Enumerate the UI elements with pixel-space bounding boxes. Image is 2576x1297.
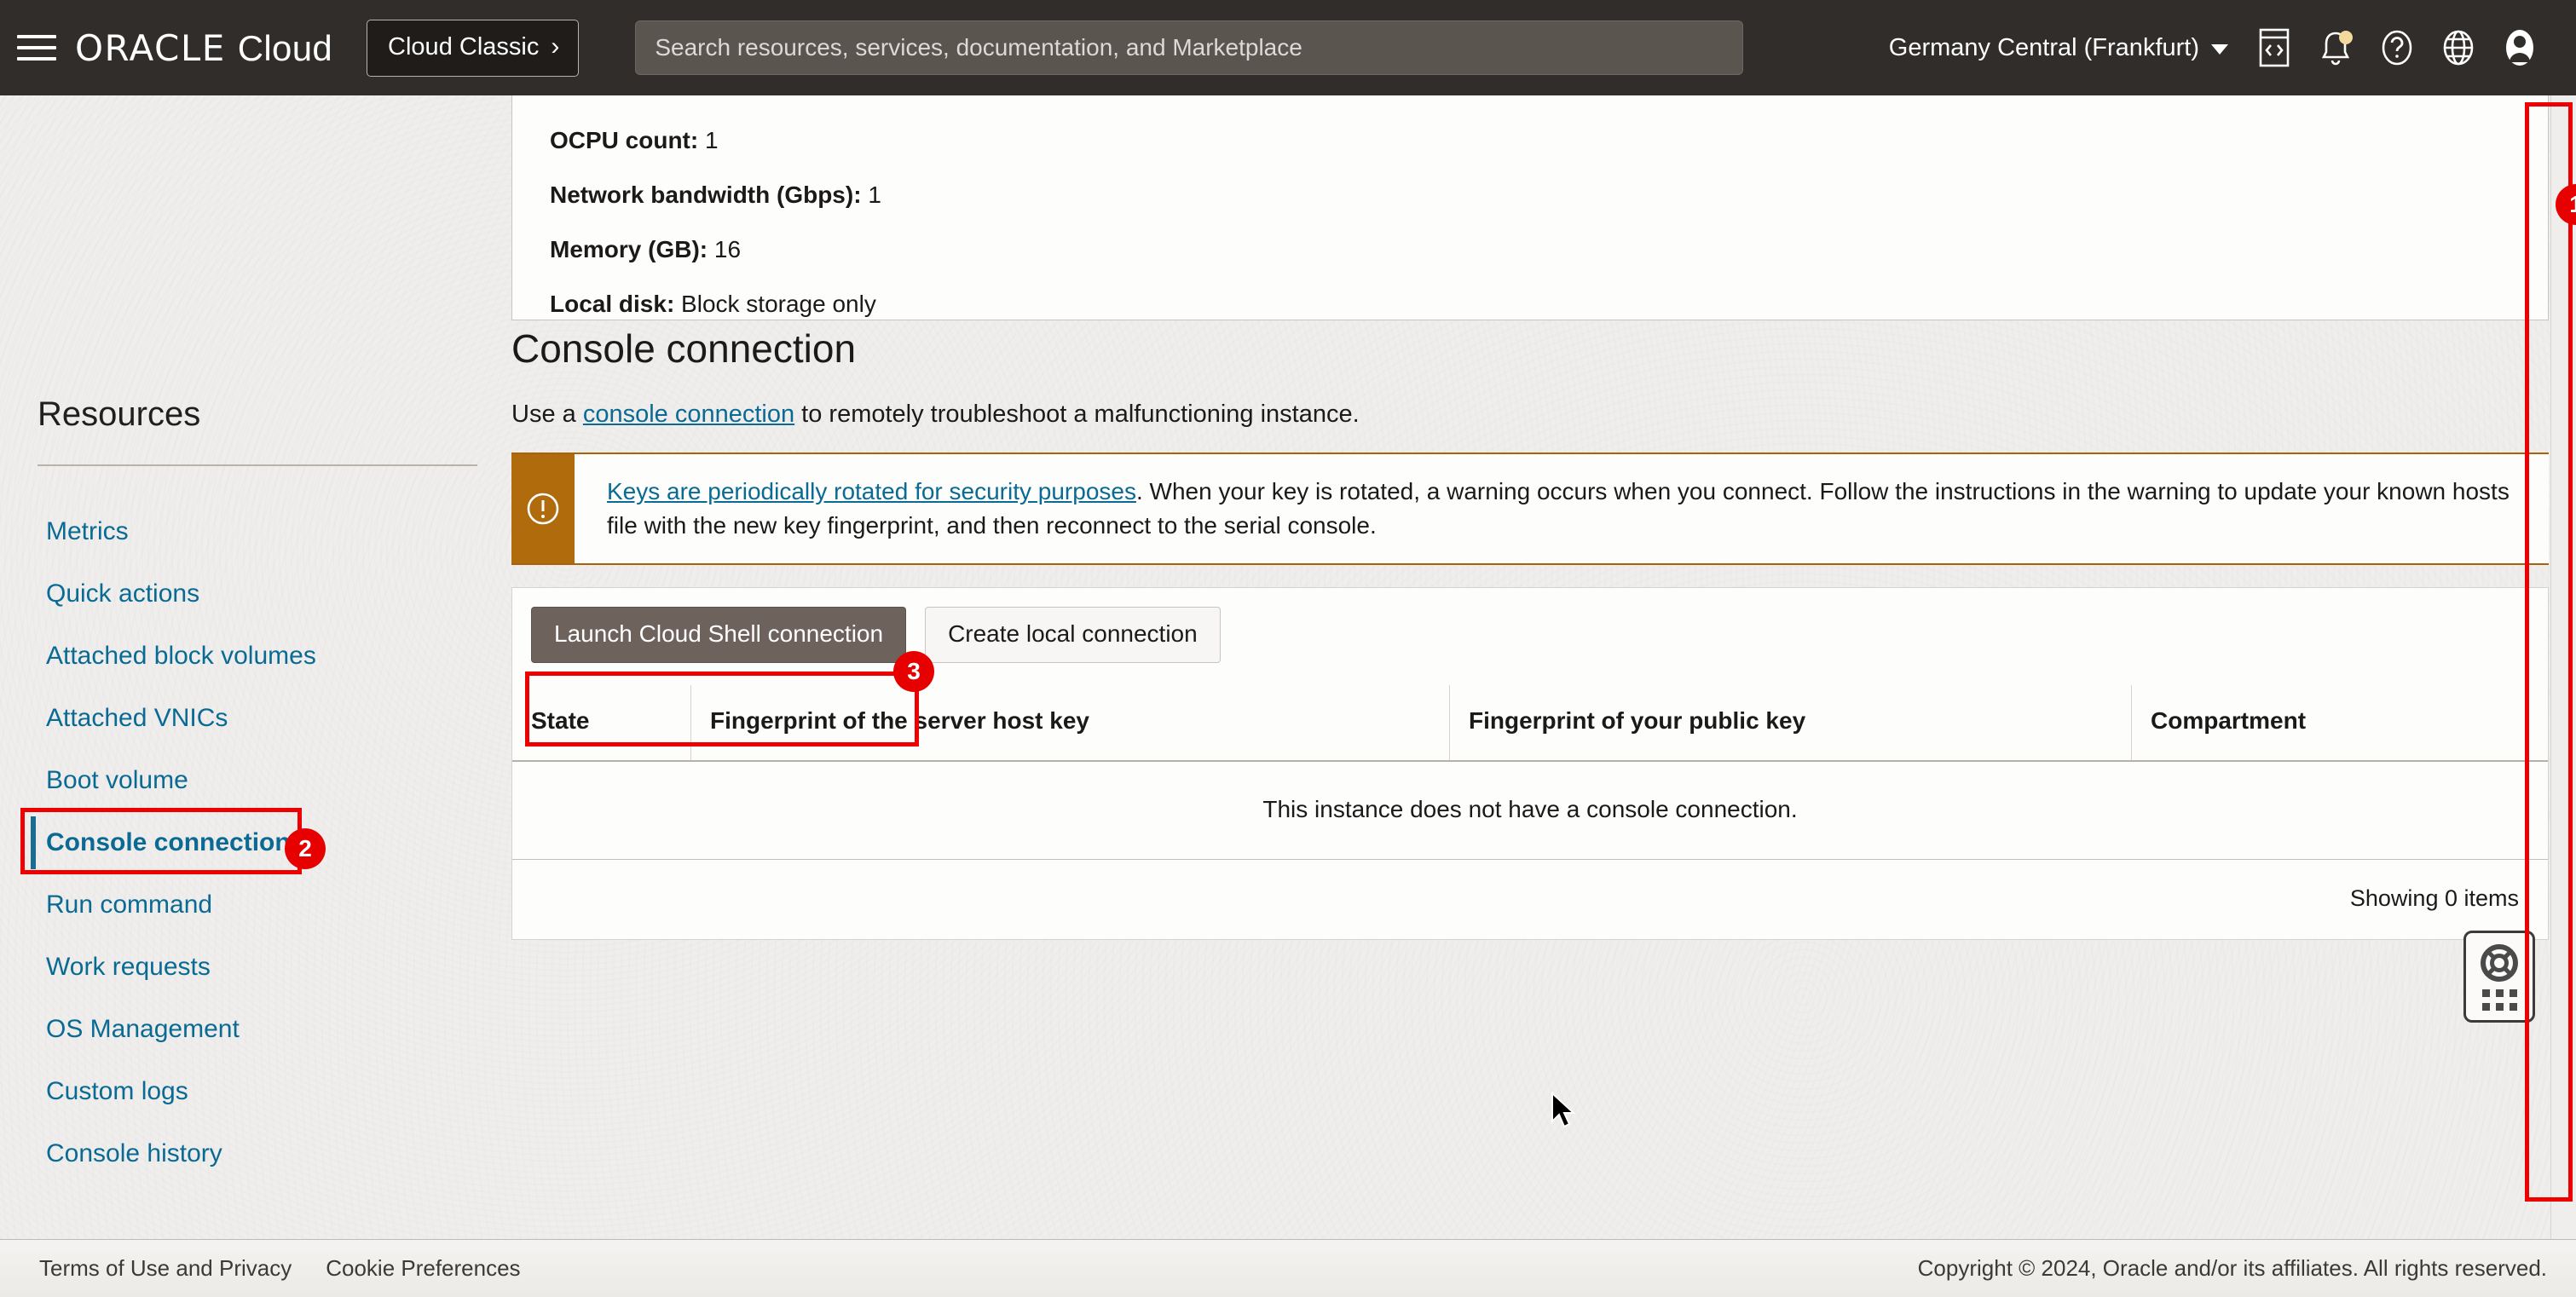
key-rotation-warning-banner: Keys are periodically rotated for securi…: [511, 453, 2549, 565]
console-connections-table: State Fingerprint of the server host key…: [511, 685, 2549, 940]
table-empty-message: This instance does not have a console co…: [512, 762, 2548, 860]
detail-row: Local disk: Block storage only: [550, 291, 2548, 318]
column-header-public-key-fingerprint[interactable]: Fingerprint of your public key: [1450, 685, 2132, 760]
search-input[interactable]: [635, 20, 1743, 75]
sidebar-item-label: Metrics: [46, 517, 129, 546]
console-connection-section: Console connection Use a console connect…: [511, 326, 2549, 940]
column-header-server-host-key-fingerprint[interactable]: Fingerprint of the server host key: [691, 685, 1450, 760]
sidebar-item-os-management[interactable]: OS Management: [38, 998, 511, 1060]
brand-cloud-text: Cloud: [238, 28, 332, 69]
table-item-count: Showing 0 items: [512, 860, 2548, 939]
help-icon[interactable]: [2366, 17, 2428, 78]
sidebar-item-metrics[interactable]: Metrics: [38, 500, 511, 562]
table-header-row: State Fingerprint of the server host key…: [512, 685, 2548, 762]
support-widget[interactable]: [2463, 931, 2535, 1023]
sidebar-item-run-command[interactable]: Run command: [38, 873, 511, 936]
user-avatar-icon[interactable]: [2489, 17, 2550, 78]
mouse-cursor: [1550, 1092, 1579, 1133]
console-connection-doc-link[interactable]: console connection: [583, 401, 794, 428]
page-body: Resources Metrics Quick actions Attached…: [0, 95, 2576, 1297]
page-footer: Terms of Use and Privacy Cookie Preferen…: [0, 1239, 2576, 1297]
footer-links: Terms of Use and Privacy Cookie Preferen…: [39, 1255, 521, 1282]
sidebar-item-work-requests[interactable]: Work requests: [38, 936, 511, 998]
resources-list: Metrics Quick actions Attached block vol…: [38, 500, 511, 1185]
sidebar-item-quick-actions[interactable]: Quick actions: [38, 562, 511, 625]
lifebuoy-support-icon: [2480, 943, 2519, 983]
chevron-right-icon: ›: [551, 34, 559, 60]
sidebar-item-custom-logs[interactable]: Custom logs: [38, 1060, 511, 1122]
detail-label: Local disk:: [550, 291, 674, 317]
sidebar-item-label: Custom logs: [46, 1077, 188, 1106]
column-header-compartment[interactable]: Compartment: [2132, 685, 2548, 760]
detail-label: Network bandwidth (Gbps):: [550, 182, 862, 208]
detail-label: OCPU count:: [550, 127, 698, 153]
detail-row: Memory (GB): 16: [550, 236, 2548, 263]
chevron-down-icon: [2211, 44, 2228, 55]
annotation-badge-2: 2: [285, 828, 326, 869]
sidebar-divider: [38, 464, 477, 466]
desc-prefix: Use a: [511, 401, 583, 428]
cloud-shell-icon[interactable]: [2244, 17, 2305, 78]
detail-value: 1: [868, 182, 881, 208]
detail-value: 1: [705, 127, 719, 153]
hamburger-menu-icon[interactable]: [17, 33, 56, 62]
sidebar-item-label: Quick actions: [46, 579, 199, 608]
detail-row: Network bandwidth (Gbps): 1: [550, 182, 2548, 209]
nav-right-group: Germany Central (Frankfurt): [1874, 17, 2550, 78]
sidebar-item-label: Run command: [46, 891, 212, 919]
sidebar-item-label: Attached block volumes: [46, 642, 316, 671]
sidebar-item-label: Console history: [46, 1139, 222, 1168]
notification-badge-dot: [2339, 31, 2353, 44]
desc-suffix: to remotely troubleshoot a malfunctionin…: [794, 401, 1360, 428]
sidebar-item-console-connection[interactable]: Console connection: [38, 811, 511, 873]
detail-label: Memory (GB):: [550, 236, 708, 262]
oracle-cloud-logo[interactable]: ORACLE Cloud: [75, 27, 332, 69]
sidebar-item-label: Work requests: [46, 953, 211, 982]
detail-value: 16: [714, 236, 741, 262]
launch-cloud-shell-connection-button[interactable]: Launch Cloud Shell connection: [531, 607, 906, 663]
sidebar-item-attached-vnics[interactable]: Attached VNICs: [38, 687, 511, 749]
console-connection-actions: Launch Cloud Shell connection Create loc…: [511, 587, 2549, 685]
sidebar-item-label: Attached VNICs: [46, 704, 228, 733]
cookie-preferences-link[interactable]: Cookie Preferences: [326, 1255, 520, 1282]
top-navigation-bar: ORACLE Cloud Cloud Classic › Germany Cen…: [0, 0, 2576, 95]
resources-sidebar: Resources Metrics Quick actions Attached…: [0, 95, 511, 1297]
brand-oracle-text: ORACLE: [75, 27, 226, 69]
detail-value: Block storage only: [681, 291, 876, 317]
cloud-classic-button[interactable]: Cloud Classic ›: [367, 20, 579, 77]
page-scrollbar[interactable]: [2550, 95, 2576, 1297]
cloud-classic-label: Cloud Classic: [388, 33, 539, 61]
sidebar-item-attached-block-volumes[interactable]: Attached block volumes: [38, 625, 511, 687]
sidebar-item-console-history[interactable]: Console history: [38, 1122, 511, 1185]
language-globe-icon[interactable]: [2428, 17, 2489, 78]
sidebar-item-boot-volume[interactable]: Boot volume: [38, 749, 511, 811]
drag-handle-dots[interactable]: [2482, 989, 2517, 1011]
annotation-badge-3: 3: [893, 651, 934, 692]
resources-heading: Resources: [38, 95, 511, 434]
detail-row: OCPU count: 1: [550, 127, 2548, 154]
sidebar-item-label: Console connection: [46, 828, 291, 857]
sidebar-item-label: Boot volume: [46, 766, 188, 795]
terms-of-use-link[interactable]: Terms of Use and Privacy: [39, 1255, 292, 1282]
console-connection-description: Use a console connection to remotely tro…: [511, 401, 2549, 429]
sidebar-item-label: OS Management: [46, 1015, 240, 1044]
copyright-text: Copyright © 2024, Oracle and/or its affi…: [1918, 1255, 2547, 1282]
region-label: Germany Central (Frankfurt): [1889, 34, 2199, 62]
create-local-connection-button[interactable]: Create local connection: [925, 607, 1221, 663]
warning-accent-bar: [511, 454, 575, 563]
column-header-state[interactable]: State: [512, 685, 691, 760]
notifications-bell-icon[interactable]: [2305, 17, 2366, 78]
warning-exclamation-icon: [524, 490, 562, 527]
key-rotation-link[interactable]: Keys are periodically rotated for securi…: [607, 478, 1136, 504]
page-title: Console connection: [511, 326, 2549, 372]
global-search[interactable]: [635, 20, 1743, 75]
region-selector[interactable]: Germany Central (Frankfurt): [1874, 34, 2244, 62]
warning-text: Keys are periodically rotated for securi…: [575, 454, 2549, 563]
